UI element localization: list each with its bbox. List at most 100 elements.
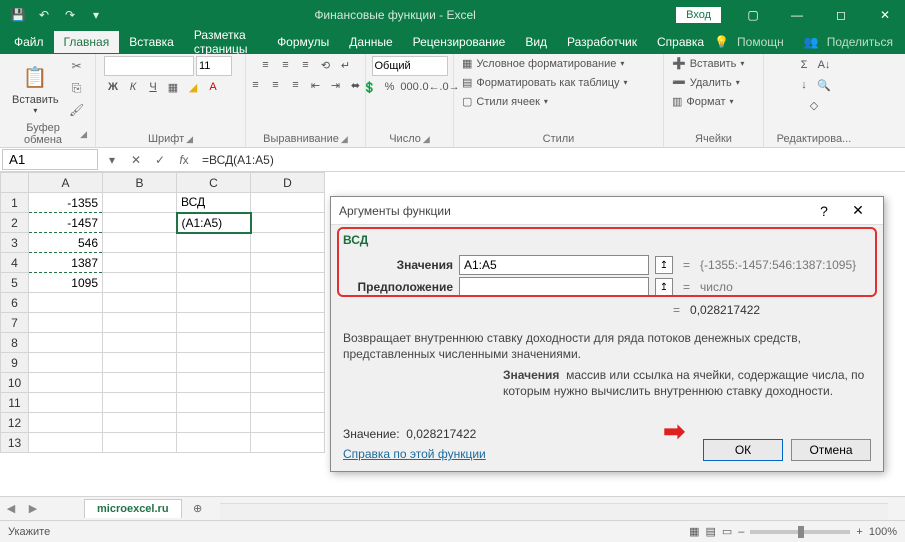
align-middle-icon[interactable]: ≡ <box>277 56 295 74</box>
row-header[interactable]: 8 <box>1 333 29 353</box>
bold-button[interactable]: Ж <box>104 78 122 96</box>
cell[interactable] <box>29 333 103 353</box>
formula-input[interactable]: =ВСД(A1:A5) <box>196 151 905 169</box>
tab-developer[interactable]: Разработчик <box>557 31 647 53</box>
cell[interactable] <box>251 213 325 233</box>
sheet-nav-prev-icon[interactable]: ◀ <box>2 500 20 518</box>
cell[interactable] <box>251 293 325 313</box>
cell[interactable]: -1457 <box>29 213 103 233</box>
cell[interactable] <box>29 413 103 433</box>
cell[interactable] <box>103 273 177 293</box>
cancel-formula-icon[interactable]: ✕ <box>124 149 148 171</box>
cell[interactable]: 1387 <box>29 253 103 273</box>
cell[interactable] <box>177 413 251 433</box>
conditional-formatting-button[interactable]: ▦Условное форматирование▾ <box>462 56 624 71</box>
col-header[interactable]: D <box>251 173 325 193</box>
cell[interactable] <box>103 333 177 353</box>
tab-home[interactable]: Главная <box>54 31 120 53</box>
cell[interactable] <box>177 433 251 453</box>
format-painter-icon[interactable]: 🖌 <box>67 100 87 120</box>
worksheet-grid[interactable]: A B C D 1-1355ВСД 2-1457(A1:A5) 3546 413… <box>0 172 325 453</box>
row-header[interactable]: 12 <box>1 413 29 433</box>
zoom-in-icon[interactable]: + <box>856 526 862 538</box>
cell[interactable] <box>29 313 103 333</box>
border-button[interactable]: ▦ <box>164 78 182 96</box>
row-header[interactable]: 13 <box>1 433 29 453</box>
cell[interactable] <box>251 233 325 253</box>
row-header[interactable]: 4 <box>1 253 29 273</box>
row-header[interactable]: 10 <box>1 373 29 393</box>
select-all-corner[interactable] <box>1 173 29 193</box>
comma-icon[interactable]: 000 <box>401 78 419 96</box>
cell[interactable] <box>103 233 177 253</box>
minimize-icon[interactable]: — <box>777 0 817 30</box>
arg2-input[interactable] <box>459 277 649 297</box>
indent-dec-icon[interactable]: ⇤ <box>307 76 325 94</box>
cell[interactable] <box>251 413 325 433</box>
clear-icon[interactable]: ◇ <box>805 96 823 114</box>
font-color-button[interactable]: A <box>204 78 222 96</box>
share-icon[interactable]: 👥 <box>804 35 819 49</box>
number-format-select[interactable] <box>372 56 448 76</box>
format-cells-button[interactable]: ▥Формат▾ <box>672 94 734 109</box>
row-header[interactable]: 6 <box>1 293 29 313</box>
cell[interactable] <box>177 353 251 373</box>
cell[interactable] <box>103 433 177 453</box>
cell[interactable] <box>103 193 177 213</box>
cell[interactable] <box>251 353 325 373</box>
dialog-help-icon[interactable]: ? <box>807 199 841 223</box>
horizontal-scrollbar[interactable] <box>220 503 888 520</box>
row-header[interactable]: 11 <box>1 393 29 413</box>
col-header[interactable]: B <box>103 173 177 193</box>
view-break-icon[interactable]: ▭ <box>722 525 732 538</box>
row-header[interactable]: 9 <box>1 353 29 373</box>
save-icon[interactable]: 💾 <box>6 3 30 27</box>
cell[interactable] <box>29 373 103 393</box>
align-left-icon[interactable]: ≡ <box>247 76 265 94</box>
clipboard-launcher-icon[interactable]: ◢ <box>80 129 87 140</box>
share-label[interactable]: Поделиться <box>827 35 893 49</box>
cell[interactable]: 546 <box>29 233 103 253</box>
align-bottom-icon[interactable]: ≡ <box>297 56 315 74</box>
cancel-button[interactable]: Отмена <box>791 439 871 461</box>
cell[interactable] <box>251 373 325 393</box>
cell[interactable] <box>177 273 251 293</box>
namebox-dropdown-icon[interactable]: ▾ <box>100 149 124 171</box>
cell[interactable] <box>103 413 177 433</box>
percent-icon[interactable]: % <box>381 78 399 96</box>
autosum-icon[interactable]: Σ <box>795 56 813 74</box>
cell[interactable] <box>103 393 177 413</box>
format-as-table-button[interactable]: ▤Форматировать как таблицу▾ <box>462 75 628 90</box>
tab-data[interactable]: Данные <box>339 31 402 53</box>
align-top-icon[interactable]: ≡ <box>257 56 275 74</box>
paste-button[interactable]: 📋 Вставить ▾ <box>8 60 63 117</box>
cell[interactable]: 1095 <box>29 273 103 293</box>
fill-icon[interactable]: ↓ <box>795 76 813 94</box>
cell[interactable] <box>29 393 103 413</box>
cell[interactable] <box>103 353 177 373</box>
tab-insert[interactable]: Вставка <box>119 31 184 53</box>
fx-icon[interactable]: fx <box>172 149 196 171</box>
cell[interactable] <box>251 273 325 293</box>
cell[interactable] <box>177 253 251 273</box>
login-button[interactable]: Вход <box>676 7 721 23</box>
font-name-select[interactable] <box>104 56 194 76</box>
cell[interactable] <box>177 333 251 353</box>
tab-view[interactable]: Вид <box>515 31 557 53</box>
align-launcher-icon[interactable]: ◢ <box>341 134 348 145</box>
align-center-icon[interactable]: ≡ <box>267 76 285 94</box>
function-help-link[interactable]: Справка по этой функции <box>343 447 486 461</box>
tab-review[interactable]: Рецензирование <box>403 31 516 53</box>
cell[interactable] <box>177 293 251 313</box>
accept-formula-icon[interactable]: ✓ <box>148 149 172 171</box>
dialog-close-icon[interactable]: ✕ <box>841 199 875 223</box>
zoom-level[interactable]: 100% <box>869 526 897 538</box>
row-header[interactable]: 1 <box>1 193 29 213</box>
sheet-nav-next-icon[interactable]: ▶ <box>24 500 42 518</box>
cell[interactable] <box>177 313 251 333</box>
cell[interactable] <box>177 233 251 253</box>
sheet-tab[interactable]: microexcel.ru <box>84 499 182 518</box>
maximize-icon[interactable]: ◻ <box>821 0 861 30</box>
align-right-icon[interactable]: ≡ <box>287 76 305 94</box>
orientation-icon[interactable]: ⟲ <box>317 56 335 74</box>
